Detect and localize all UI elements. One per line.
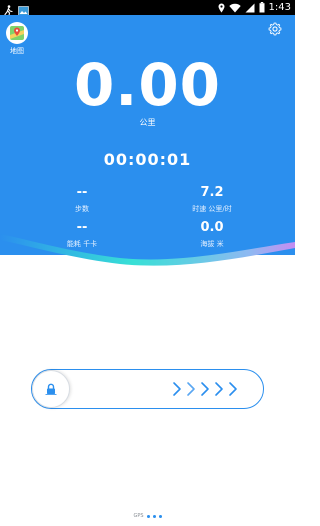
speed-value: 7.2 — [200, 185, 224, 200]
stat-steps: -- 步数 — [42, 185, 122, 214]
altitude-value: 0.0 — [200, 220, 224, 235]
steps-value: -- — [76, 185, 88, 200]
stat-speed: 7.2 时速 公里/时 — [172, 185, 252, 214]
duration-value: 00:00:01 — [103, 150, 192, 169]
gps-label: GPS — [133, 513, 144, 519]
slider-arrows — [173, 382, 237, 396]
gps-signal-dot — [158, 514, 162, 518]
distance-unit: 公里 — [139, 118, 156, 127]
speed-label: 时速 公里/时 — [192, 205, 232, 213]
stat-calories: -- 能耗 千卡 — [42, 220, 122, 249]
gps-status: GPS — [0, 513, 295, 519]
settings-button[interactable] — [268, 21, 286, 39]
lock-icon — [45, 380, 57, 399]
gps-signal-dot — [146, 514, 150, 518]
running-screen: 1:43 地图 0.00 公里 00:00:01 -- 步数 7.2 时速 公里… — [0, 0, 295, 526]
status-bar: 1:43 — [0, 0, 295, 17]
steps-label: 步数 — [75, 205, 89, 213]
stat-altitude: 0.0 海拔 米 — [172, 220, 252, 249]
altitude-label: 海拔 米 — [200, 240, 224, 248]
chevron-right-icon — [173, 382, 237, 396]
status-time: 1:43 — [268, 2, 291, 13]
calories-label: 能耗 千卡 — [66, 240, 98, 248]
map-icon — [6, 22, 28, 44]
gps-signal-dot — [152, 514, 156, 518]
gear-icon — [268, 21, 282, 40]
calories-value: -- — [76, 220, 88, 235]
distance-value: 0.00 — [73, 51, 222, 119]
slider-knob[interactable] — [32, 370, 70, 408]
slide-to-start[interactable] — [31, 369, 264, 409]
